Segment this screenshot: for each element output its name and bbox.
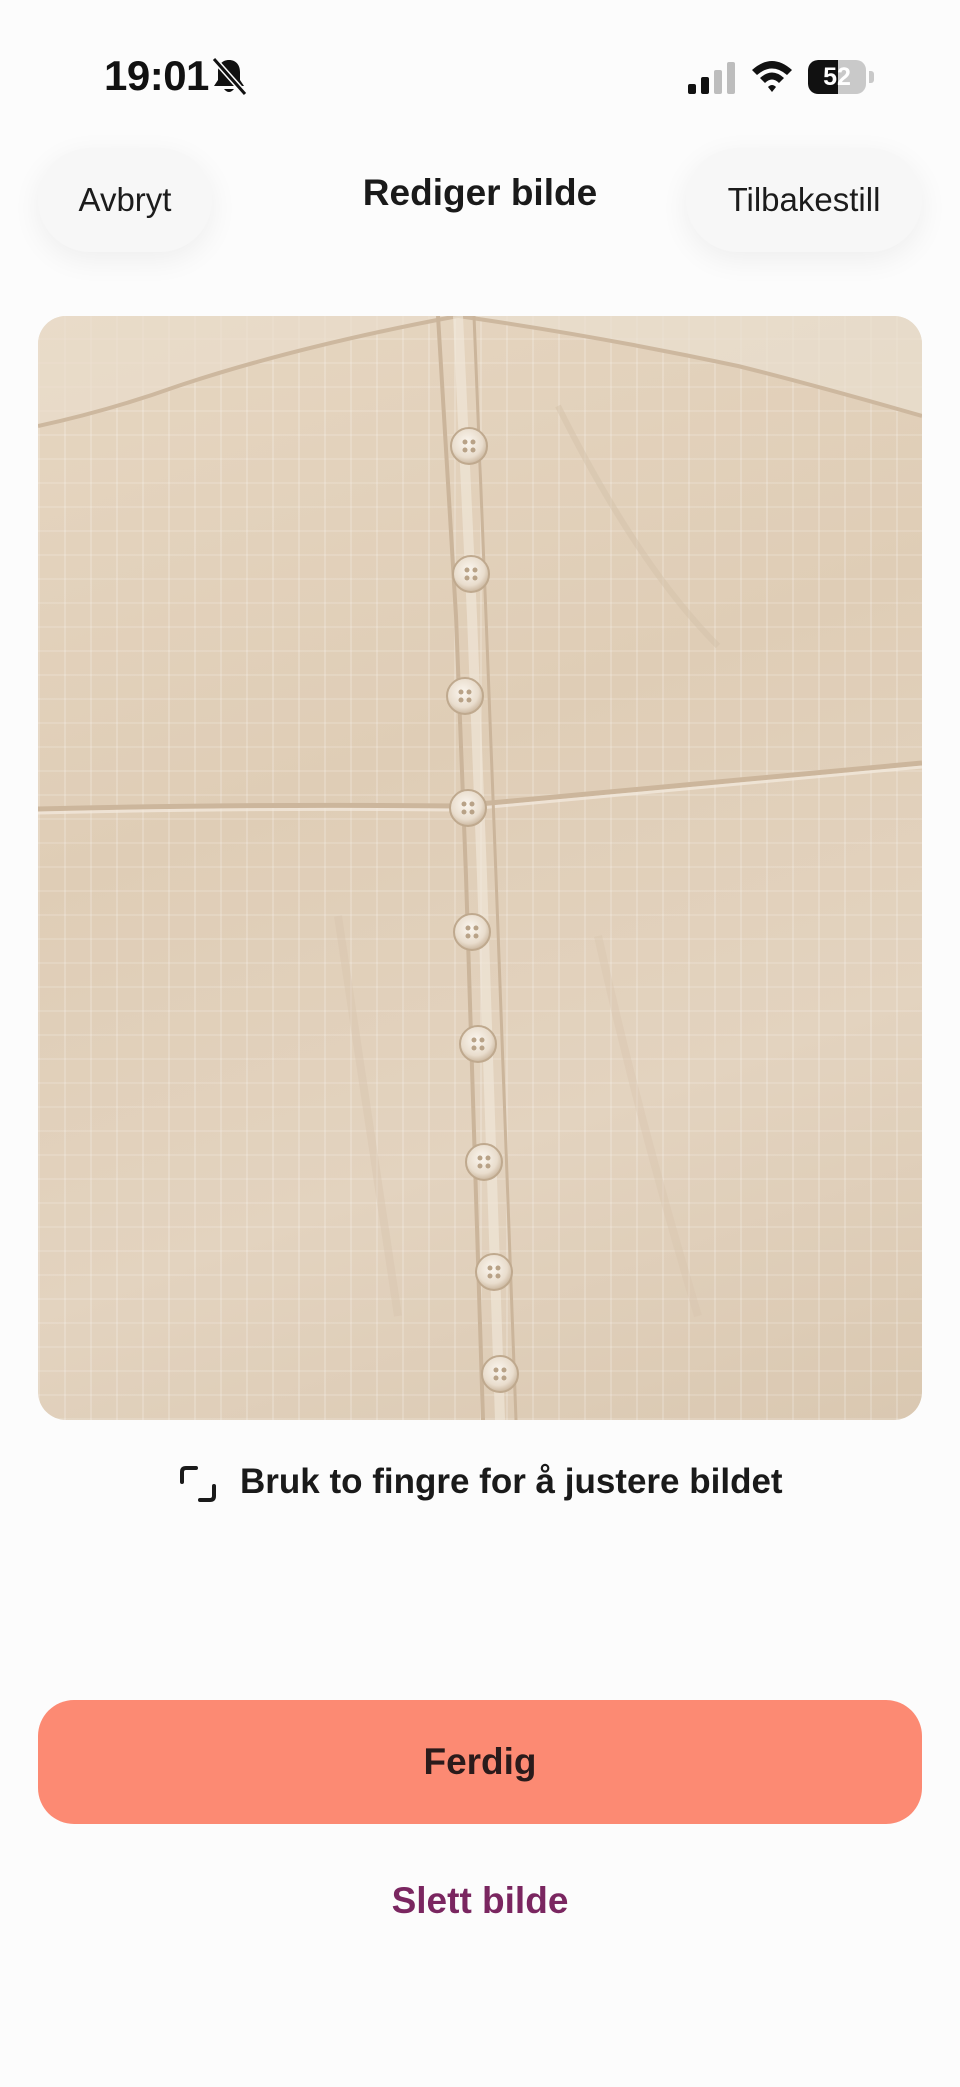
battery-level: 52 (823, 63, 851, 91)
done-button[interactable]: Ferdig (38, 1700, 922, 1824)
status-time: 19:01 (104, 52, 209, 99)
cancel-button[interactable]: Avbryt (38, 148, 212, 252)
reset-button[interactable]: Tilbakestill (686, 148, 922, 252)
blouse-image (38, 316, 922, 1420)
adjust-hint-text: Bruk to fingre for å justere bildet (240, 1462, 783, 1501)
delete-image-link[interactable]: Slett bilde (280, 1880, 680, 1922)
editable-photo[interactable] (38, 316, 922, 1420)
page-title: Rediger bilde (362, 172, 598, 213)
wifi-icon (752, 61, 792, 92)
battery-indicator: 52 (808, 60, 874, 94)
status-bar: 19:01 52 (0, 0, 960, 110)
bell-slash-icon (211, 57, 248, 96)
edit-image-screen: 19:01 52 Avbryt Rediger bilde Tilbakesti… (0, 0, 960, 2087)
crop-frame-icon (180, 1466, 216, 1502)
cellular-signal-icon (688, 62, 735, 94)
